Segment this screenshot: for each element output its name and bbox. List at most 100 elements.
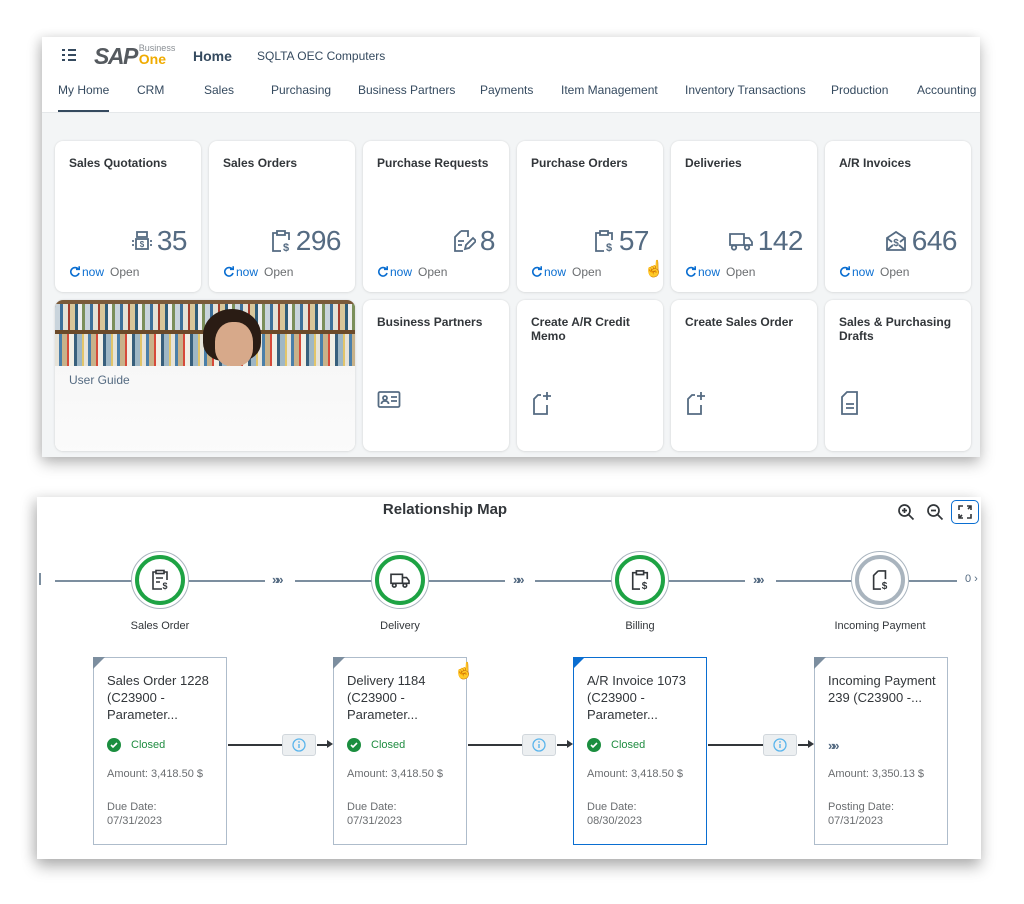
refresh-button[interactable]: now bbox=[685, 265, 720, 279]
lane-chevron-icon: »» bbox=[272, 572, 284, 587]
tile-create-sales-order[interactable]: Create Sales Order bbox=[671, 300, 817, 451]
tile-business-partners[interactable]: Business Partners bbox=[363, 300, 509, 451]
truck-icon bbox=[728, 233, 753, 251]
document-amount: Amount: 3,418.50 $ bbox=[587, 768, 684, 780]
create-document-icon bbox=[533, 392, 551, 415]
status-badge: Closed bbox=[107, 738, 165, 752]
lane-node-delivery[interactable] bbox=[371, 551, 429, 609]
kpi-value: 35 bbox=[156, 225, 188, 256]
purchase-request-icon bbox=[454, 230, 476, 252]
connection-info-button[interactable] bbox=[763, 734, 797, 756]
info-icon bbox=[532, 738, 546, 752]
invoice-icon: $ bbox=[885, 230, 906, 251]
document-title: Sales Order 1228 (C23900 - Parameter... bbox=[107, 673, 209, 722]
tile-purchase-requests[interactable]: Purchase Requests 8 now Open bbox=[363, 141, 509, 292]
refresh-button[interactable]: now bbox=[839, 265, 874, 279]
tile-status: Open bbox=[110, 265, 140, 279]
document-date: 07/31/2023 bbox=[107, 815, 163, 827]
lane-node-incoming-payment[interactable]: $ bbox=[851, 551, 909, 609]
tab-payments[interactable]: Payments bbox=[480, 83, 533, 97]
tab-bar: My Home CRM Sales Purchasing Business Pa… bbox=[42, 75, 980, 113]
sales-order-icon: $ bbox=[271, 230, 290, 253]
shell-bar: SAP Business One Home SQLTA OEC Computer… bbox=[42, 37, 980, 75]
business-card-icon bbox=[377, 391, 401, 408]
tab-item-management[interactable]: Item Management bbox=[561, 83, 658, 97]
svg-text:$: $ bbox=[882, 581, 888, 591]
lane-chevron-icon: »» bbox=[513, 572, 525, 587]
connection-info-button[interactable] bbox=[282, 734, 316, 756]
info-icon bbox=[773, 738, 787, 752]
refresh-button[interactable]: now bbox=[223, 265, 258, 279]
tab-production[interactable]: Production bbox=[831, 83, 888, 97]
lane-node-billing[interactable]: $ bbox=[611, 551, 669, 609]
tile-deliveries[interactable]: Deliveries 142 now Open bbox=[671, 141, 817, 292]
tile-create-ar-credit-memo[interactable]: Create A/R Credit Memo bbox=[517, 300, 663, 451]
tile-status: Open bbox=[880, 265, 910, 279]
sales-quotation-icon: $ bbox=[131, 231, 152, 250]
tab-inventory-transactions[interactable]: Inventory Transactions bbox=[685, 83, 806, 97]
truck-icon bbox=[390, 573, 410, 588]
tile-status: Open bbox=[264, 265, 294, 279]
sap-business-one-logo[interactable]: SAP Business One bbox=[94, 44, 175, 69]
sales-order-icon: $ bbox=[152, 569, 168, 591]
zoom-out-button[interactable] bbox=[923, 501, 947, 523]
refresh-icon bbox=[224, 266, 234, 277]
document-card-ar-invoice[interactable]: A/R Invoice 1073 (C23900 - Parameter... … bbox=[573, 657, 707, 845]
zoom-out-icon bbox=[927, 504, 944, 521]
refresh-button[interactable]: now bbox=[531, 265, 566, 279]
zoom-in-button[interactable] bbox=[894, 501, 918, 523]
refresh-icon bbox=[378, 266, 388, 277]
kpi-value: 296 bbox=[295, 225, 342, 256]
invoice-clipboard-icon: $ bbox=[631, 570, 649, 591]
document-amount: Amount: 3,418.50 $ bbox=[107, 768, 204, 780]
document-card-incoming-payment[interactable]: Incoming Payment 239 (C23900 -... »» Amo… bbox=[814, 657, 948, 845]
document-fold-icon bbox=[573, 657, 585, 669]
tile-purchase-orders[interactable]: Purchase Orders $ 57 now Open bbox=[517, 141, 663, 292]
document-date: 08/30/2023 bbox=[587, 815, 643, 827]
mouse-cursor-icon: ☝ bbox=[454, 663, 474, 680]
status-badge: Closed bbox=[587, 738, 645, 752]
tab-sales[interactable]: Sales bbox=[204, 83, 234, 97]
document-card-delivery[interactable]: Delivery 1184 (C23900 - Parameter... Clo… bbox=[333, 657, 467, 845]
purchase-order-icon: $ bbox=[594, 230, 613, 253]
refresh-button[interactable]: now bbox=[377, 265, 412, 279]
refresh-button[interactable]: now bbox=[69, 265, 104, 279]
refresh-icon bbox=[532, 266, 542, 277]
lane-label: Delivery bbox=[380, 620, 420, 632]
launchpad-panel: SAP Business One Home SQLTA OEC Computer… bbox=[42, 37, 980, 457]
lane-node-sales-order[interactable]: $ bbox=[131, 551, 189, 609]
document-title: A/R Invoice 1073 (C23900 - Parameter... bbox=[587, 673, 687, 722]
tile-sales-quotations[interactable]: Sales Quotations $ 35 now Open bbox=[55, 141, 201, 292]
create-document-icon bbox=[687, 392, 705, 415]
hamburger-menu-icon[interactable] bbox=[62, 49, 76, 61]
zoom-in-icon bbox=[898, 504, 915, 521]
payment-document-icon: $ bbox=[872, 570, 888, 591]
tab-accounting[interactable]: Accounting bbox=[917, 83, 976, 97]
company-name[interactable]: SQLTA OEC Computers bbox=[257, 49, 385, 63]
tile-sales-purchasing-drafts[interactable]: Sales & Purchasing Drafts bbox=[825, 300, 971, 451]
connection-info-button[interactable] bbox=[522, 734, 556, 756]
info-icon bbox=[292, 738, 306, 752]
svg-text:$: $ bbox=[893, 238, 899, 249]
success-check-icon bbox=[587, 738, 601, 752]
document-card-sales-order[interactable]: Sales Order 1228 (C23900 - Parameter... … bbox=[93, 657, 227, 845]
tab-crm[interactable]: CRM bbox=[137, 83, 164, 97]
tab-my-home[interactable]: My Home bbox=[58, 83, 110, 112]
tab-business-partners[interactable]: Business Partners bbox=[358, 83, 455, 97]
document-text-icon bbox=[841, 391, 858, 415]
refresh-icon bbox=[70, 266, 80, 277]
lane-end-count[interactable]: 0 › bbox=[965, 573, 978, 585]
kpi-value: 8 bbox=[479, 225, 496, 256]
shell-title: Home bbox=[193, 48, 232, 64]
tile-ar-invoices[interactable]: A/R Invoices $ 646 now Open bbox=[825, 141, 971, 292]
tile-sales-orders[interactable]: Sales Orders $ 296 now Open bbox=[209, 141, 355, 292]
in-process-chevron-icon: »» bbox=[828, 738, 840, 753]
relationship-map-panel: Relationship Map »» »» »» 0 › $ Sales Or… bbox=[37, 497, 981, 859]
lane-label: Billing bbox=[625, 620, 655, 632]
tab-purchasing[interactable]: Purchasing bbox=[271, 83, 331, 97]
mouse-cursor-icon: ☝ bbox=[644, 261, 664, 278]
svg-text:$: $ bbox=[642, 581, 648, 591]
fit-to-screen-button[interactable] bbox=[951, 500, 979, 524]
tile-user-guide[interactable]: User Guide bbox=[55, 300, 355, 451]
success-check-icon bbox=[107, 738, 121, 752]
